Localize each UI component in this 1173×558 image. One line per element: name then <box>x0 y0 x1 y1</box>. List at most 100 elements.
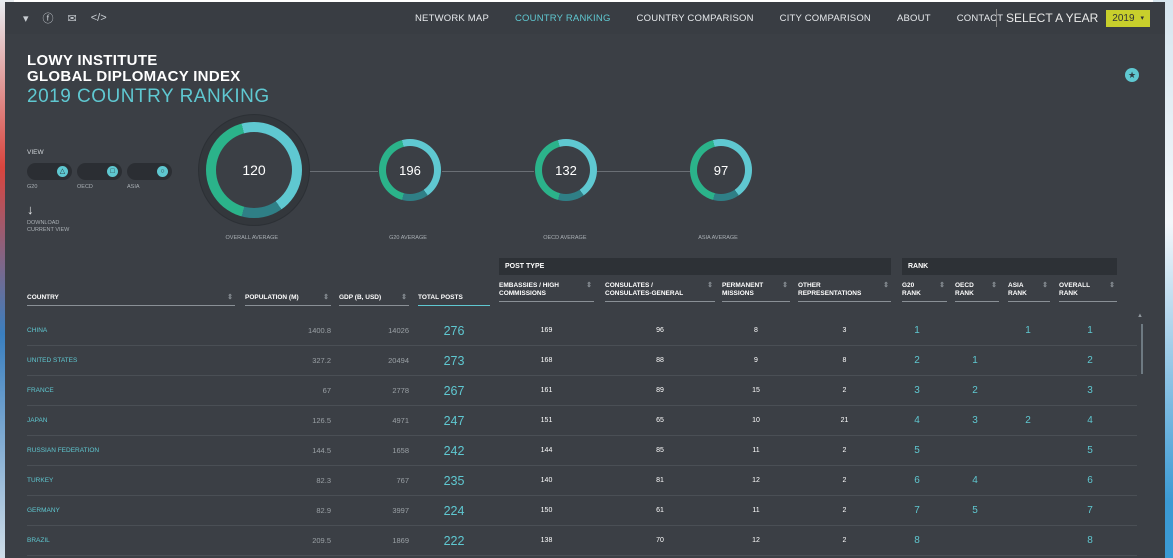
post-type-group-header: POST TYPE <box>499 258 891 275</box>
total-posts-cell: 267 <box>443 384 465 398</box>
column-header-embassies[interactable]: EMBASSIES / HIGH COMMISSIONS ⇕ <box>499 282 594 302</box>
year-value: 2019 <box>1112 12 1135 24</box>
twitter-icon[interactable]: ▾ <box>23 12 29 25</box>
sort-icon: ⇕ <box>883 282 889 289</box>
g20-rank-cell: 6 <box>914 475 920 486</box>
asia-rank-cell <box>1008 376 1048 406</box>
gdp-cell: 1869 <box>392 536 409 545</box>
nav-network-map[interactable]: NETWORK MAP <box>415 13 489 24</box>
other-cell: 21 <box>840 417 849 424</box>
download-icon[interactable]: ↓ <box>27 202 34 217</box>
country-cell[interactable]: FRANCE <box>27 376 227 406</box>
country-cell[interactable]: GERMANY <box>27 496 227 526</box>
table-row[interactable]: BRAZIL 209.5 1869 222 138 70 12 2 8 8 <box>27 526 1137 556</box>
missions-cell: 11 <box>752 447 760 454</box>
embassies-cell: 138 <box>540 537 553 544</box>
asia-rank-cell: 1 <box>1025 325 1031 336</box>
g20-rank-cell: 4 <box>914 415 920 426</box>
sort-icon: ⇕ <box>939 282 945 289</box>
oecd-average-label: OECD AVERAGE <box>543 235 587 241</box>
sort-icon: ⇕ <box>782 282 788 289</box>
country-cell[interactable]: RUSSIAN FEDERATION <box>27 436 227 466</box>
chevron-down-icon: ▾ <box>1140 15 1145 22</box>
missions-cell: 10 <box>752 417 760 424</box>
column-header-gdp[interactable]: GDP (B, USD) ⇕ <box>339 294 409 306</box>
nav-country-comparison[interactable]: COUNTRY COMPARISON <box>637 13 754 24</box>
missions-cell: 12 <box>752 537 760 544</box>
view-label: VIEW <box>27 149 44 156</box>
consulates-cell: 85 <box>656 447 664 454</box>
table-row[interactable]: RUSSIAN FEDERATION 144.5 1658 242 144 85 11 2 5 5 <box>27 436 1137 466</box>
table-row[interactable]: GERMANY 82.9 3997 224 150 61 11 2 7 5 7 <box>27 496 1137 526</box>
table-row[interactable]: JAPAN 126.5 4971 247 151 65 10 21 4 3 2 4 <box>27 406 1137 436</box>
year-dropdown[interactable]: 2019 ▾ <box>1106 9 1151 27</box>
column-header-missions[interactable]: PERMANENT MISSIONS ⇕ <box>722 282 790 302</box>
facebook-icon[interactable]: ⓕ <box>43 10 54 26</box>
overall-rank-cell: 4 <box>1087 415 1093 426</box>
star-icon[interactable]: ★ <box>1125 68 1139 82</box>
other-cell: 2 <box>842 507 847 514</box>
asia-rank-cell: 2 <box>1025 415 1031 426</box>
embed-icon[interactable]: </> <box>91 12 107 24</box>
oecd-rank-cell: 4 <box>972 475 978 486</box>
column-header-other[interactable]: OTHER REPRESENTATIONS ⇕ <box>798 282 891 302</box>
connector-line <box>597 171 691 172</box>
overall-rank-cell: 2 <box>1087 355 1093 366</box>
consulates-cell: 61 <box>656 507 664 514</box>
missions-cell: 8 <box>754 327 758 334</box>
missions-cell: 15 <box>752 387 760 394</box>
table-row[interactable]: CHINA 1400.8 14026 276 169 96 8 3 1 1 1 <box>27 316 1137 346</box>
oecd-average-donut: 132 <box>535 139 597 201</box>
asia-average-donut: 97 <box>690 139 752 201</box>
gdp-cell: 4971 <box>392 416 409 425</box>
g20-rank-cell: 3 <box>914 385 920 396</box>
population-cell: 82.9 <box>316 506 331 515</box>
total-posts-cell: 273 <box>443 354 465 368</box>
column-header-asia-rank[interactable]: ASIA RANK ⇕ <box>1008 282 1050 302</box>
nav-about[interactable]: ABOUT <box>897 13 931 24</box>
g20-rank-cell: 1 <box>914 325 920 336</box>
sort-icon: ⇕ <box>323 294 329 301</box>
gdp-cell: 2778 <box>392 386 409 395</box>
column-header-consulates[interactable]: CONSULATES / CONSULATES-GENERAL ⇕ <box>605 282 715 302</box>
column-header-population[interactable]: POPULATION (M) ⇕ <box>245 294 331 306</box>
table-row[interactable]: FRANCE 67 2778 267 161 89 15 2 3 2 3 <box>27 376 1137 406</box>
g20-toggle[interactable]: △ <box>27 163 72 180</box>
embassies-cell: 150 <box>540 507 553 514</box>
column-header-overall-rank[interactable]: OVERALL RANK ⇕ <box>1059 282 1117 302</box>
oecd-toggle-label: OECD <box>77 184 93 190</box>
country-cell[interactable]: JAPAN <box>27 406 227 436</box>
country-cell[interactable]: BRAZIL <box>27 526 227 556</box>
country-cell[interactable]: CHINA <box>27 316 227 346</box>
column-header-oecd-rank[interactable]: OECD RANK ⇕ <box>955 282 999 302</box>
column-header-g20-rank[interactable]: G20 RANK ⇕ <box>902 282 947 302</box>
sort-icon: ⇕ <box>991 282 997 289</box>
total-posts-cell: 242 <box>443 444 465 458</box>
table-row[interactable]: UNITED STATES 327.2 20494 273 168 88 9 8 2 1 2 <box>27 346 1137 376</box>
consulates-cell: 89 <box>656 387 664 394</box>
nav-city-comparison[interactable]: CITY COMPARISON <box>780 13 871 24</box>
scroll-up-icon[interactable]: ▲ <box>1137 313 1143 319</box>
scrollbar-thumb[interactable] <box>1141 324 1143 374</box>
population-cell: 1400.8 <box>308 326 331 335</box>
nav-country-ranking[interactable]: COUNTRY RANKING <box>515 13 611 24</box>
email-icon[interactable]: ✉ <box>68 12 77 25</box>
oecd-rank-cell <box>955 316 995 346</box>
other-cell: 2 <box>842 477 847 484</box>
table-row[interactable]: TURKEY 82.3 767 235 140 81 12 2 6 4 6 <box>27 466 1137 496</box>
g20-rank-cell: 5 <box>914 445 920 456</box>
total-posts-cell: 235 <box>443 474 465 488</box>
country-cell[interactable]: UNITED STATES <box>27 346 227 376</box>
country-cell[interactable]: TURKEY <box>27 466 227 496</box>
asia-toggle[interactable]: ○ <box>127 163 172 180</box>
asia-rank-cell <box>1008 466 1048 496</box>
oecd-toggle[interactable]: □ <box>77 163 122 180</box>
population-cell: 327.2 <box>312 356 331 365</box>
population-cell: 67 <box>322 386 331 395</box>
total-posts-cell: 224 <box>443 504 465 518</box>
download-label[interactable]: DOWNLOAD CURRENT VIEW <box>27 220 87 234</box>
column-header-total-posts[interactable]: TOTAL POSTS <box>418 294 490 306</box>
column-header-country[interactable]: COUNTRY ⇕ <box>27 294 235 306</box>
consulates-cell: 81 <box>656 477 664 484</box>
sort-icon: ⇕ <box>227 294 233 301</box>
